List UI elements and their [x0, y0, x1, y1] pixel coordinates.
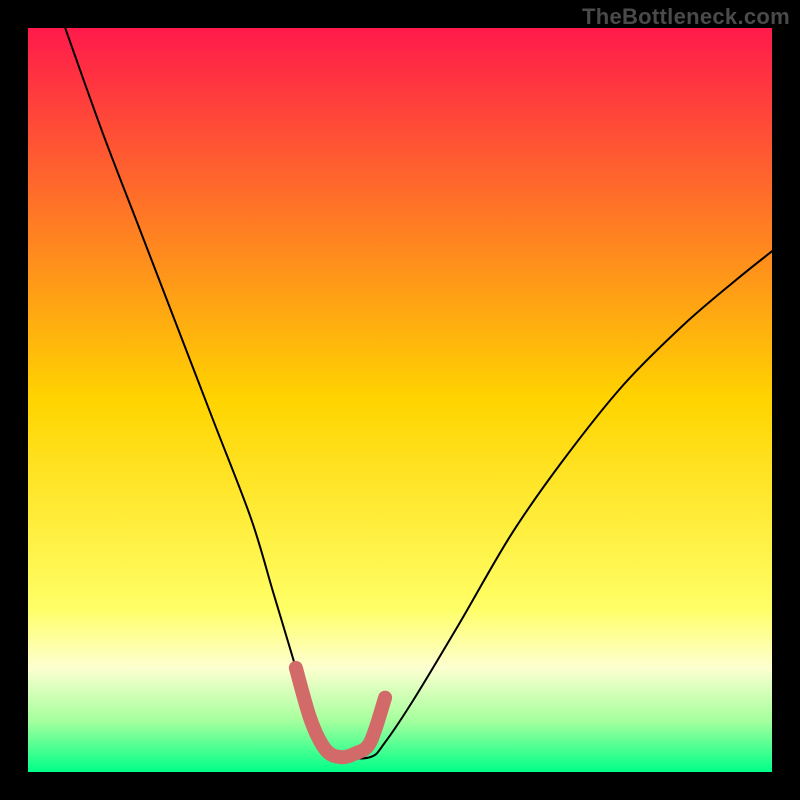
- chart-svg: [0, 0, 800, 800]
- chart-frame: TheBottleneck.com: [0, 0, 800, 800]
- watermark-text: TheBottleneck.com: [582, 4, 790, 30]
- plot-background: [28, 28, 772, 772]
